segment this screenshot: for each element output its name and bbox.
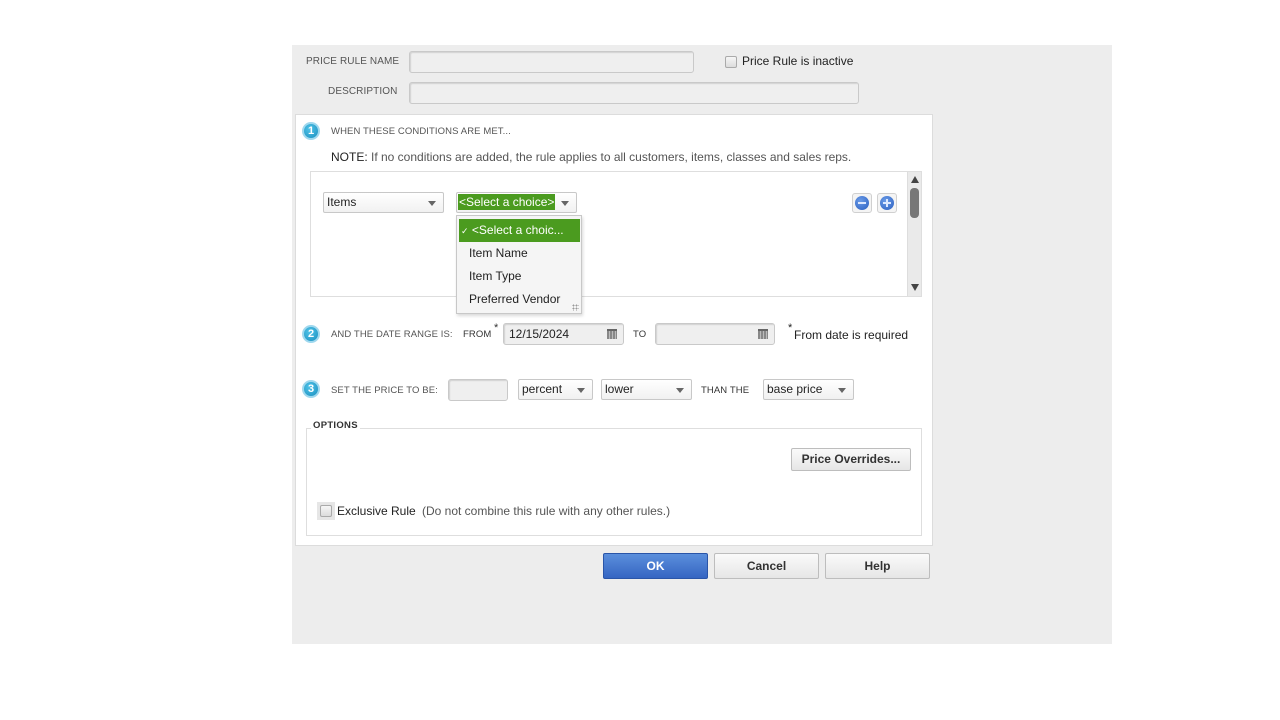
price-direction-value: lower: [605, 382, 634, 396]
conditions-title: WHEN THESE CONDITIONS ARE MET...: [331, 126, 511, 137]
condition-type-value: Items: [327, 195, 357, 209]
plus-circle-icon: [880, 196, 894, 210]
price-rule-dialog: PRICE RULE NAME Price Rule is inactive D…: [292, 45, 1112, 644]
conditions-list: Items <Select a choice>: [310, 171, 922, 297]
help-button[interactable]: Help: [825, 553, 930, 579]
than-the-label: THAN THE: [701, 385, 750, 396]
set-price-title: SET THE PRICE TO BE:: [331, 385, 438, 396]
resize-grip-icon[interactable]: [572, 304, 579, 311]
add-condition-button[interactable]: [877, 193, 897, 213]
chevron-down-icon: [561, 201, 569, 206]
step-2-badge: 2: [302, 325, 320, 343]
from-label: FROM: [463, 329, 492, 340]
step-1-badge: 1: [302, 122, 320, 140]
ok-button[interactable]: OK: [603, 553, 708, 579]
dropdown-option[interactable]: ✓ <Select a choic...: [459, 219, 580, 242]
dropdown-option[interactable]: Item Name: [459, 242, 580, 265]
price-rule-name-input[interactable]: [409, 51, 694, 73]
options-group: OPTIONS Price Overrides... Exclusive Rul…: [306, 420, 922, 536]
scroll-thumb[interactable]: [910, 188, 919, 218]
base-price-value: base price: [767, 382, 823, 396]
description-label: DESCRIPTION: [328, 86, 398, 97]
cancel-button[interactable]: Cancel: [714, 553, 819, 579]
calendar-icon[interactable]: [607, 329, 617, 339]
description-input[interactable]: [409, 82, 859, 104]
conditions-scrollbar[interactable]: [907, 172, 921, 296]
inactive-checkbox[interactable]: [725, 56, 737, 68]
condition-type-select[interactable]: Items: [323, 192, 444, 213]
dropdown-option[interactable]: Preferred Vendor: [459, 288, 580, 311]
chevron-down-icon: [676, 388, 684, 393]
price-direction-select[interactable]: lower: [601, 379, 692, 400]
price-rule-name-label: PRICE RULE NAME: [306, 56, 400, 67]
chevron-down-icon: [428, 201, 436, 206]
note-label: NOTE:: [331, 150, 368, 164]
price-overrides-button[interactable]: Price Overrides...: [791, 448, 911, 471]
condition-choice-select[interactable]: <Select a choice>: [456, 192, 577, 213]
check-icon: ✓: [461, 226, 469, 236]
from-date-value: 12/15/2024: [509, 327, 570, 341]
required-note-mark: *: [788, 322, 793, 334]
exclusive-hint: (Do not combine this rule with any other…: [422, 504, 671, 518]
scroll-up-icon[interactable]: [911, 176, 919, 183]
dropdown-option-label: <Select a choic...: [471, 223, 564, 237]
price-unit-value: percent: [522, 382, 563, 396]
inactive-label: Price Rule is inactive: [742, 54, 854, 68]
options-title: OPTIONS: [311, 420, 360, 431]
chevron-down-icon: [577, 388, 585, 393]
from-date-input[interactable]: 12/15/2024: [503, 323, 624, 345]
to-label: TO: [633, 329, 647, 340]
choice-dropdown-list: ✓ <Select a choic... Item Name Item Type…: [456, 215, 582, 314]
price-amount-input[interactable]: [448, 379, 508, 401]
minus-circle-icon: [855, 196, 869, 210]
scroll-down-icon[interactable]: [911, 284, 919, 291]
required-note: From date is required: [794, 328, 909, 342]
date-range-title: AND THE DATE RANGE IS:: [331, 329, 453, 340]
from-required-mark: *: [494, 322, 499, 334]
exclusive-label: Exclusive Rule: [337, 504, 416, 518]
calendar-icon[interactable]: [758, 329, 768, 339]
remove-condition-button[interactable]: [852, 193, 872, 213]
condition-choice-value: <Select a choice>: [458, 194, 556, 210]
dropdown-option[interactable]: Item Type: [459, 265, 580, 288]
base-price-select[interactable]: base price: [763, 379, 854, 400]
to-date-input[interactable]: [655, 323, 775, 345]
chevron-down-icon: [838, 388, 846, 393]
exclusive-checkbox-frame: [317, 502, 335, 520]
step-3-badge: 3: [302, 380, 320, 398]
price-unit-select[interactable]: percent: [518, 379, 593, 400]
note-text: If no conditions are added, the rule app…: [371, 150, 852, 164]
exclusive-checkbox[interactable]: [320, 505, 332, 517]
rule-panel: 1 WHEN THESE CONDITIONS ARE MET... NOTE:…: [295, 114, 933, 546]
